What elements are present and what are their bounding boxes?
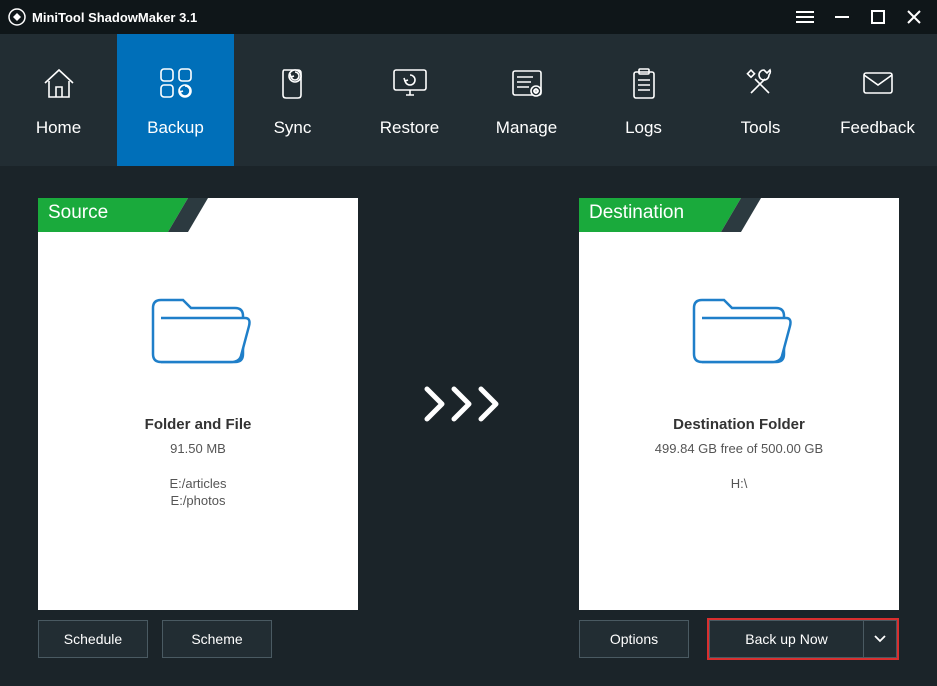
home-icon — [39, 62, 79, 104]
source-path-1: E:/articles — [38, 476, 358, 493]
destination-free: 499.84 GB free of 500.00 GB — [579, 441, 899, 456]
source-header: Source — [38, 198, 258, 232]
main-toolbar: Home Backup Sync Restore Manage Logs T — [0, 34, 937, 166]
destination-header-text: Destination — [589, 202, 684, 224]
restore-icon — [388, 62, 432, 104]
minimize-icon[interactable] — [833, 8, 851, 26]
backup-now-group: Back up Now — [707, 618, 899, 660]
logs-icon — [624, 62, 664, 104]
tab-sync[interactable]: Sync — [234, 34, 351, 166]
destination-paths: H:\ — [579, 476, 899, 493]
destination-path: H:\ — [579, 476, 899, 493]
tab-tools-label: Tools — [741, 118, 781, 138]
backup-icon — [156, 62, 196, 104]
source-header-text: Source — [48, 202, 108, 224]
schedule-button[interactable]: Schedule — [38, 620, 148, 658]
menu-icon[interactable] — [795, 10, 815, 24]
tab-restore-label: Restore — [380, 118, 440, 138]
chevron-down-icon — [874, 635, 886, 643]
tab-manage[interactable]: Manage — [468, 34, 585, 166]
tab-restore[interactable]: Restore — [351, 34, 468, 166]
manage-icon — [507, 62, 547, 104]
tab-manage-label: Manage — [496, 118, 557, 138]
tab-home[interactable]: Home — [0, 34, 117, 166]
source-path-2: E:/photos — [38, 493, 358, 510]
destination-header: Destination — [579, 198, 809, 232]
tab-tools[interactable]: Tools — [702, 34, 819, 166]
app-title: MiniTool ShadowMaker 3.1 — [32, 10, 795, 25]
options-button[interactable]: Options — [579, 620, 689, 658]
main-content: Source Folder and File 91.50 MB E:/artic… — [0, 166, 937, 686]
source-paths: E:/articles E:/photos — [38, 476, 358, 510]
title-bar: MiniTool ShadowMaker 3.1 — [0, 0, 937, 34]
arrow-icon — [414, 379, 524, 429]
tab-feedback[interactable]: Feedback — [819, 34, 936, 166]
tab-home-label: Home — [36, 118, 81, 138]
bottom-bar: Schedule Scheme Options Back up Now — [38, 618, 899, 660]
backup-now-button[interactable]: Back up Now — [709, 620, 863, 658]
close-icon[interactable] — [905, 8, 923, 26]
source-panel[interactable]: Source Folder and File 91.50 MB E:/artic… — [38, 198, 358, 610]
tab-feedback-label: Feedback — [840, 118, 915, 138]
tab-backup-label: Backup — [147, 118, 204, 138]
scheme-button[interactable]: Scheme — [162, 620, 272, 658]
source-size: 91.50 MB — [38, 441, 358, 456]
tab-logs[interactable]: Logs — [585, 34, 702, 166]
destination-type: Destination Folder — [579, 416, 899, 433]
tab-backup[interactable]: Backup — [117, 34, 234, 166]
feedback-icon — [858, 62, 898, 104]
tab-sync-label: Sync — [274, 118, 312, 138]
source-type: Folder and File — [38, 416, 358, 433]
backup-now-dropdown[interactable] — [863, 620, 897, 658]
tools-icon — [741, 62, 781, 104]
maximize-icon[interactable] — [869, 8, 887, 26]
tab-logs-label: Logs — [625, 118, 662, 138]
destination-panel[interactable]: Destination Destination Folder 499.84 GB… — [579, 198, 899, 610]
app-logo-icon — [8, 8, 26, 26]
sync-icon — [273, 62, 313, 104]
